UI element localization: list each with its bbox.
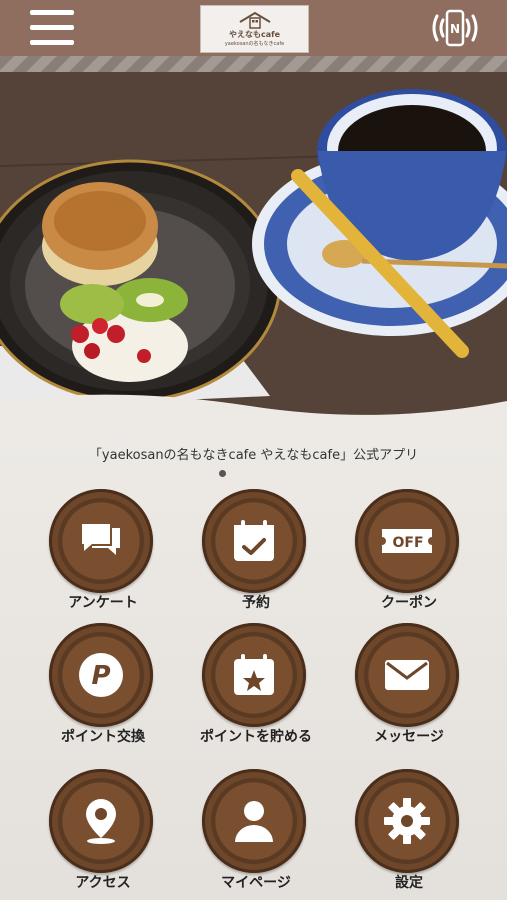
coupon-off-icon: OFF [382, 529, 432, 553]
wood-circle-button[interactable]: OFF [355, 489, 459, 593]
calendar-check-icon [234, 520, 274, 561]
logo-subtitle: yaekosanの名もなきcafe [224, 41, 285, 47]
svg-text:P: P [91, 661, 110, 691]
app-tagline: 「yaekosanの名もなきcafe やえなもcafe」公式アプリ [88, 448, 419, 463]
logo-title: やえなもcafe [228, 30, 281, 39]
wood-circle-button[interactable] [49, 489, 153, 593]
chat-icon [82, 524, 120, 555]
house-icon [239, 11, 271, 29]
menu-label: 予約 [242, 595, 270, 611]
menu-label: メッセージ [374, 729, 444, 745]
wood-circle-button[interactable] [355, 769, 459, 873]
hamburger-menu-button[interactable] [30, 10, 74, 46]
gear-icon [384, 798, 430, 844]
nfc-button[interactable]: N [428, 8, 482, 48]
svg-text:OFF: OFF [392, 535, 423, 551]
cafe-photo-illustration [0, 72, 507, 426]
menu-label: ポイントを貯める [200, 729, 312, 745]
menu-panel: 「yaekosanの名もなきcafe やえなもcafe」公式アプリ アンケート … [0, 426, 507, 900]
p-point-icon: P [79, 653, 123, 697]
menu-label: ポイント交換 [61, 729, 145, 745]
menu-label: アクセス [75, 875, 131, 891]
wood-circle-button[interactable]: P [49, 623, 153, 727]
app-header: やえなもcafe yaekosanの名もなきcafe N [0, 0, 507, 56]
wood-circle-button[interactable] [49, 769, 153, 873]
wood-circle-button[interactable] [202, 489, 306, 593]
hero-photo [0, 56, 507, 426]
calendar-star-icon [234, 654, 274, 695]
svg-text:N: N [450, 22, 460, 36]
cafe-logo: やえなもcafe yaekosanの名もなきcafe [200, 5, 309, 53]
user-icon [235, 801, 273, 842]
envelope-icon [385, 660, 429, 690]
wood-circle-button[interactable] [355, 623, 459, 727]
menu-label: アンケート [68, 595, 138, 611]
menu-label: 設定 [395, 875, 423, 891]
wood-circle-button[interactable] [202, 623, 306, 727]
menu-label: クーポン [381, 595, 437, 611]
nfc-phone-icon: N [432, 9, 478, 47]
carousel-page-indicator[interactable] [219, 470, 226, 477]
wood-circle-button[interactable] [202, 769, 306, 873]
map-pin-icon [86, 799, 116, 844]
menu-label: マイページ [221, 875, 291, 891]
